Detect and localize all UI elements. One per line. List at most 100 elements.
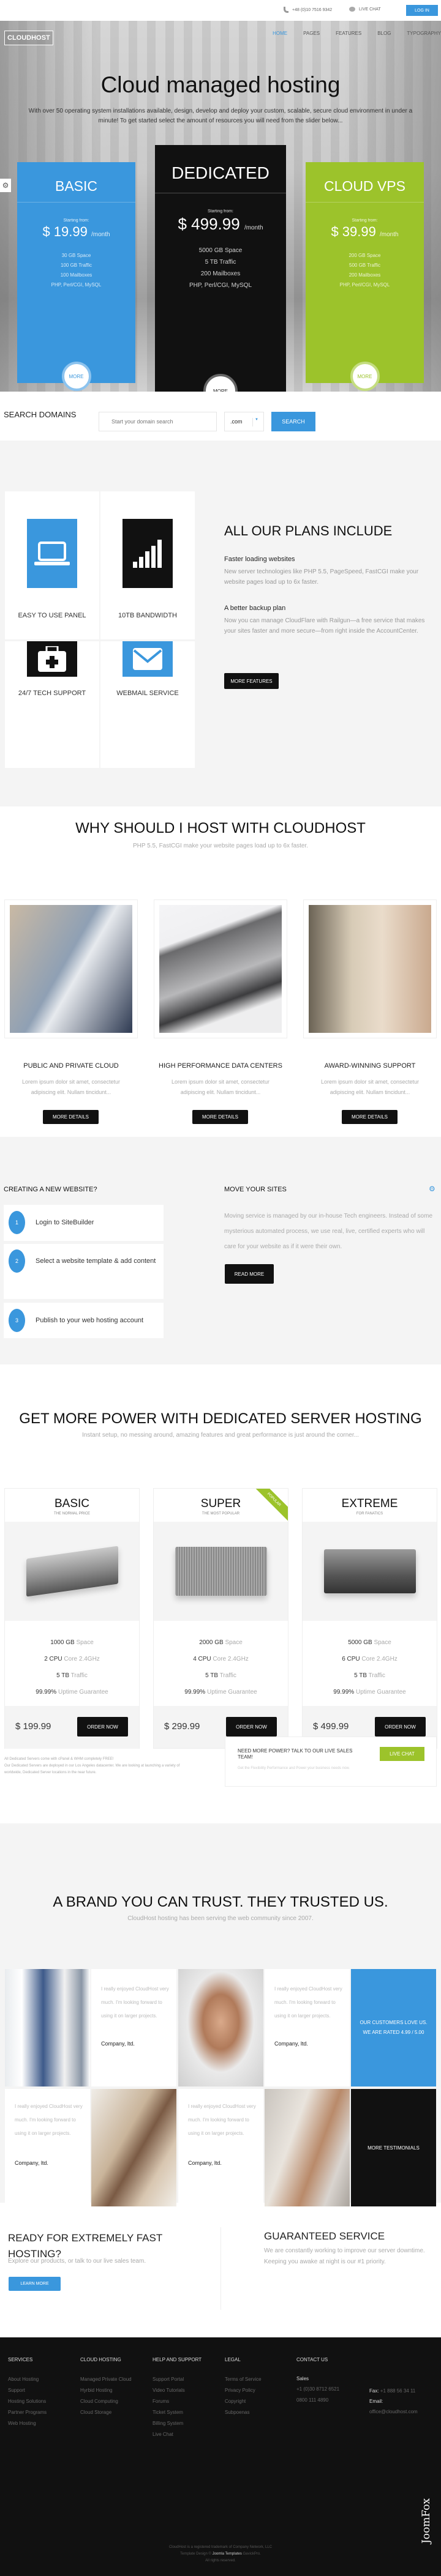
spec: 4 CPU Core 2.4GHz	[154, 1651, 288, 1667]
footer-link[interactable]: Copyright	[225, 2396, 262, 2407]
footer-col-contact: CONTACT US Sales +1 (0)30 8712 6521 0800…	[296, 2357, 339, 2406]
order-now-button[interactable]: ORDER NOW	[226, 1717, 277, 1737]
footer-link[interactable]: Hosting Solutions	[8, 2396, 47, 2407]
plan-feature: PHP, Perl/CGI, MySQL	[339, 282, 390, 288]
nav-features[interactable]: FEATURES	[336, 31, 361, 36]
footer-link[interactable]: Privacy Policy	[225, 2385, 262, 2396]
dedicated-plan-footer: $ 199.99 ORDER NOW	[5, 1706, 139, 1749]
testimonial: I really enjoyed CloudHost very much. I'…	[265, 1969, 350, 2086]
footer-link[interactable]: Live Chat	[153, 2429, 202, 2440]
live-chat-label: LIVE CHAT	[359, 7, 381, 12]
feature-tile: 24/7 TECH SUPPORT	[5, 641, 99, 768]
footer-col-title: SERVICES	[8, 2357, 33, 2362]
nav-pages[interactable]: PAGES	[303, 31, 320, 36]
phone-contact[interactable]: +48 (0)10 7516 9342	[284, 7, 332, 13]
plan-card-basic: BASIC Starting from: $ 19.99 /month 30 G…	[17, 162, 135, 391]
dedicated-plan-name: BASIC	[54, 1497, 90, 1510]
footer-link[interactable]: About Hosting	[8, 2374, 47, 2385]
feature-tile: EASY TO USE PANEL	[5, 491, 99, 639]
plan-period: /month	[244, 225, 263, 231]
tld-select[interactable]: .com ▼	[224, 412, 264, 431]
plan-more-button[interactable]: MORE	[350, 362, 380, 391]
more-testimonials-button[interactable]: MORE TESTIMONIALS	[351, 2089, 436, 2206]
laptop-icon	[27, 519, 77, 588]
dedicated-note-line: Our Dedicated Servers are deployed in ou…	[4, 1764, 180, 1774]
feature-label: 10TB BANDWIDTH	[118, 612, 177, 619]
step-number: 1	[9, 1211, 25, 1234]
footer-link[interactable]: Cloud Computing	[80, 2396, 132, 2407]
nav-typography[interactable]: TYPOGRAPHY	[407, 31, 441, 36]
dedicated-plan-extreme: EXTREME FOR FANATICS 5000 GB Space 6 CPU…	[302, 1488, 437, 1749]
spec-value: 4 CPU	[193, 1656, 211, 1662]
feature-label: 24/7 TECH SUPPORT	[18, 690, 86, 697]
nav-blog[interactable]: BLOG	[377, 31, 391, 36]
order-now-button[interactable]: ORDER NOW	[375, 1717, 426, 1737]
spec-label: Traffic	[69, 1672, 88, 1679]
order-now-button[interactable]: ORDER NOW	[77, 1717, 128, 1737]
step-text: Select a website template & add content	[36, 1257, 156, 1265]
joomla-templates-link[interactable]: Joomla Templates	[213, 2552, 242, 2556]
domain-search-input[interactable]	[99, 412, 217, 431]
more-details-button[interactable]: MORE DETAILS	[342, 1110, 398, 1124]
footer-link[interactable]: Video Tutorials	[153, 2385, 202, 2396]
plan-card-dedicated: DEDICATED Starting from: $ 499.99 /month…	[155, 145, 286, 392]
spec: 5 TB Traffic	[154, 1667, 288, 1684]
more-details-button[interactable]: MORE DETAILS	[43, 1110, 99, 1124]
joomfox-badge[interactable]: JoomFox	[414, 2481, 439, 2561]
server-image	[154, 1522, 288, 1621]
footer-link[interactable]: Subpoenas	[225, 2407, 262, 2418]
sales-phone[interactable]: +1 (0)30 8712 6521	[296, 2384, 339, 2395]
spec-value: 99.99%	[184, 1689, 206, 1696]
rating-line: OUR CUSTOMERS LOVE US.	[360, 2020, 428, 2025]
testimonial-quote: I really enjoyed CloudHost very much. I'…	[15, 2104, 83, 2136]
footer-link[interactable]: Billing System	[153, 2418, 202, 2429]
footer-link[interactable]: Managed Private Cloud	[80, 2374, 132, 2385]
plan-price-value: $ 499.99	[178, 215, 240, 233]
rating-box: OUR CUSTOMERS LOVE US. WE ARE RATED 4.99…	[351, 1969, 436, 2086]
live-chat-link[interactable]: LIVE CHAT	[349, 7, 381, 12]
plan-more-button[interactable]: MORE	[203, 374, 238, 392]
step-number: 2	[9, 1249, 25, 1273]
testimonial-company: Company, ltd.	[188, 2160, 222, 2166]
spec-value: 5 TB	[205, 1672, 219, 1679]
chevron-down-icon: ▼	[252, 418, 258, 426]
plan-starting: Starting from:	[63, 218, 89, 223]
read-more-button[interactable]: READ MORE	[225, 1264, 274, 1284]
footer-link[interactable]: Support	[8, 2385, 47, 2396]
email-link[interactable]: office@cloudhost.com	[369, 2409, 418, 2414]
nav-home[interactable]: HOME	[273, 31, 287, 36]
spec-value: 5 TB	[354, 1672, 368, 1679]
live-chat-button[interactable]: LIVE CHAT	[380, 1747, 424, 1761]
learn-more-button[interactable]: LEARN MORE	[9, 2277, 61, 2291]
plan-more-button[interactable]: MORE	[61, 362, 91, 391]
plan-price: $ 499.99 /month	[155, 215, 286, 234]
sales-phone[interactable]: 0800 111 4890	[296, 2395, 339, 2406]
search-button[interactable]: SEARCH	[271, 412, 315, 431]
plan-card-cloud-vps: CLOUD VPS Starting from: $ 39.99 /month …	[306, 162, 424, 391]
footer-link[interactable]: Cloud Storage	[80, 2407, 132, 2418]
plan-features: 30 GB Space 100 GB Traffic 100 Mailboxes…	[17, 251, 135, 290]
gears-icon[interactable]: ⚙	[429, 1185, 435, 1193]
footer-link[interactable]: Hyrbid Hosting	[80, 2385, 132, 2396]
plan-feature: 500 GB Traffic	[349, 262, 380, 268]
footer-link[interactable]: Terms of Service	[225, 2374, 262, 2385]
login-button[interactable]: LOG IN	[406, 5, 438, 16]
feature-tile: WEBMAIL SERVICE	[100, 641, 195, 768]
more-features-button[interactable]: MORE FEATURES	[224, 673, 279, 689]
spec: 99.99% Uptime Guarantee	[303, 1684, 437, 1700]
settings-gear-icon[interactable]: ⚙	[0, 179, 11, 192]
footer-link[interactable]: Ticket System	[153, 2407, 202, 2418]
footer-col-title: CONTACT US	[296, 2357, 328, 2362]
dedicated-price: $ 299.99	[164, 1721, 200, 1732]
more-details-button[interactable]: MORE DETAILS	[192, 1110, 248, 1124]
footer-link[interactable]: Partner Programs	[8, 2407, 47, 2418]
site-logo[interactable]: CLOUDHOST	[4, 31, 53, 45]
joomfox-badge-text: JoomFox	[420, 2498, 432, 2544]
spec: 5 TB Traffic	[5, 1667, 139, 1684]
footer-link[interactable]: Web Hosting	[8, 2418, 47, 2429]
footer-link[interactable]: Support Portal	[153, 2374, 202, 2385]
spec-label: Core 2.4GHz	[360, 1656, 398, 1662]
footer-link[interactable]: Forums	[153, 2396, 202, 2407]
dedicated-plan-super: POPULAR SUPER THE MOST POPULAR 2000 GB S…	[153, 1488, 288, 1749]
plan-feature: 100 Mailboxes	[60, 272, 92, 278]
